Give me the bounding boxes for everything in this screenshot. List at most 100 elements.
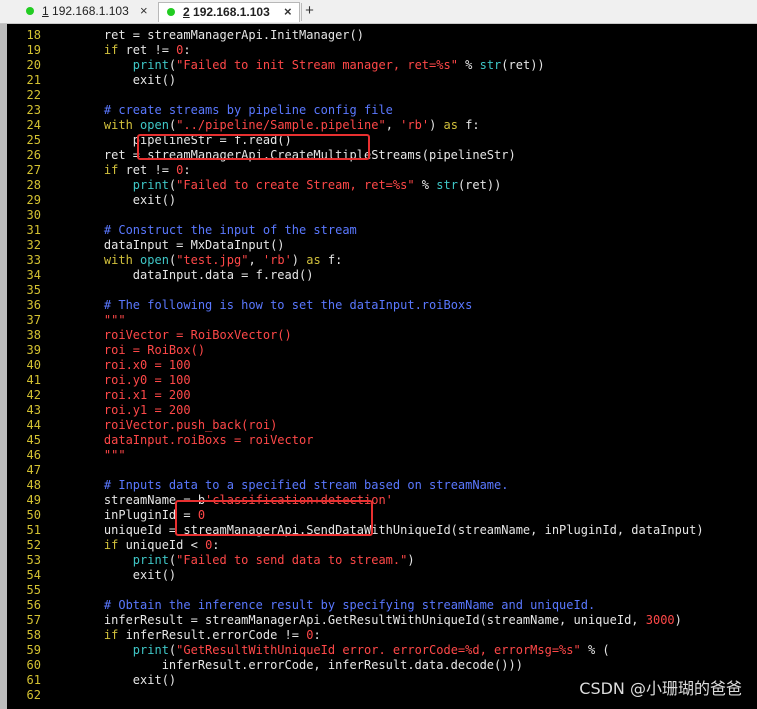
code-text: # Inputs data to a specified stream base… <box>75 478 509 493</box>
code-token: "Failed to create Stream, ret=%s" <box>176 178 415 192</box>
code-text: roi = RoiBox() <box>75 343 205 358</box>
code-text: roiVector = RoiBoxVector() <box>75 328 292 343</box>
code-token: with <box>103 118 133 132</box>
code-token: , <box>385 118 401 132</box>
code-text: if uniqueId < 0: <box>75 538 220 553</box>
code-token: "Failed to init Stream manager, ret=%s" <box>176 58 458 72</box>
line-number: 37 <box>26 313 41 327</box>
code-text: with open("../pipeline/Sample.pipeline",… <box>75 118 480 133</box>
tab-number: 2 <box>183 5 190 19</box>
line-number: 28 <box>26 178 41 192</box>
code-text: inferResult.errorCode, inferResult.data.… <box>75 658 523 673</box>
line-number: 44 <box>26 418 41 432</box>
code-token: roi = RoiBox() <box>103 343 206 357</box>
code-token: open <box>140 118 169 132</box>
code-token: if <box>103 538 119 552</box>
new-tab-button[interactable]: + <box>301 3 317 21</box>
line-number: 43 <box>26 403 41 417</box>
code-text: # The following is how to set the dataIn… <box>75 298 472 313</box>
line-number: 47 <box>26 463 41 477</box>
line-number: 60 <box>26 658 41 672</box>
tab-label: 1 192.168.1.103 <box>42 2 129 20</box>
line-number: 21 <box>26 73 41 87</box>
code-token: 'rb' <box>262 253 292 267</box>
code-text: # Construct the input of the stream <box>75 223 357 238</box>
code-token: as <box>306 253 321 267</box>
code-text: uniqueId = streamManagerApi.SendDataWith… <box>75 523 704 538</box>
code-text: exit() <box>75 193 176 208</box>
code-text: with open("test.jpg", 'rb') as f: <box>75 253 342 268</box>
line-number: 19 <box>26 43 41 57</box>
line-number: 56 <box>26 598 41 612</box>
code-token: "../pipeline/Sample.pipeline" <box>176 118 386 132</box>
code-token: ) <box>674 613 682 627</box>
close-icon[interactable]: × <box>284 3 292 21</box>
code-text: roi.y1 = 200 <box>75 403 191 418</box>
code-token: if <box>103 163 119 177</box>
code-token: : <box>183 163 191 177</box>
code-token: % ( <box>580 643 610 657</box>
code-token: ) <box>291 253 307 267</box>
line-number: 61 <box>26 673 41 687</box>
code-token: roiVector = RoiBoxVector() <box>103 328 292 342</box>
line-number: 55 <box>26 583 41 597</box>
line-number: 29 <box>26 193 41 207</box>
code-token: ret != <box>118 163 177 177</box>
code-token: % <box>414 178 437 192</box>
line-number: 40 <box>26 358 41 372</box>
line-number: 26 <box>26 148 41 162</box>
line-number: 33 <box>26 253 41 267</box>
line-number: 30 <box>26 208 41 222</box>
code-token: f: <box>320 253 343 267</box>
code-token: # The following is how to set the dataIn… <box>103 298 473 312</box>
code-text: exit() <box>75 673 176 688</box>
code-token: roi.x1 = 200 <box>103 388 191 402</box>
highlight-box-stream-name <box>175 500 373 536</box>
code-token: """ <box>103 313 126 327</box>
code-token: : <box>212 538 220 552</box>
line-number: 42 <box>26 388 41 402</box>
code-token: roi.x0 = 100 <box>103 358 191 372</box>
terminal-code-view[interactable]: 62 61 exit() 60 inferResult.errorCode, inf… <box>7 24 757 709</box>
code-token: ) <box>407 553 415 567</box>
code-token: roi.y1 = 200 <box>103 403 191 417</box>
code-text: if ret != 0: <box>75 43 191 58</box>
line-number: 34 <box>26 268 41 282</box>
window-left-border <box>0 24 7 709</box>
close-icon[interactable]: × <box>140 2 148 20</box>
code-token: % <box>457 58 480 72</box>
connected-status-icon <box>167 8 175 16</box>
code-token: inferResult = streamManagerApi.GetResult… <box>75 613 646 627</box>
code-text: roi.x0 = 100 <box>75 358 191 373</box>
tab-session-1[interactable]: 1 192.168.1.103 × <box>18 2 156 22</box>
code-token: inferResult.errorCode != <box>118 628 307 642</box>
code-token: inferResult.errorCode, inferResult.data.… <box>75 658 523 672</box>
code-text: """ <box>75 448 126 463</box>
code-text: print("Failed to send data to stream.") <box>75 553 415 568</box>
code-text: dataInput = MxDataInput() <box>75 238 285 253</box>
code-text: exit() <box>75 73 176 88</box>
code-token: , <box>248 253 263 267</box>
tab-session-2[interactable]: 2 192.168.1.103 × <box>158 2 300 22</box>
code-token: print <box>132 643 169 657</box>
code-text: dataInput.roiBoxs = roiVector <box>75 433 314 448</box>
code-token: ) <box>429 118 444 132</box>
line-number: 62 <box>26 688 41 702</box>
code-token: ret != <box>118 43 177 57</box>
code-text: inferResult = streamManagerApi.GetResult… <box>75 613 682 628</box>
code-token: print <box>132 58 169 72</box>
